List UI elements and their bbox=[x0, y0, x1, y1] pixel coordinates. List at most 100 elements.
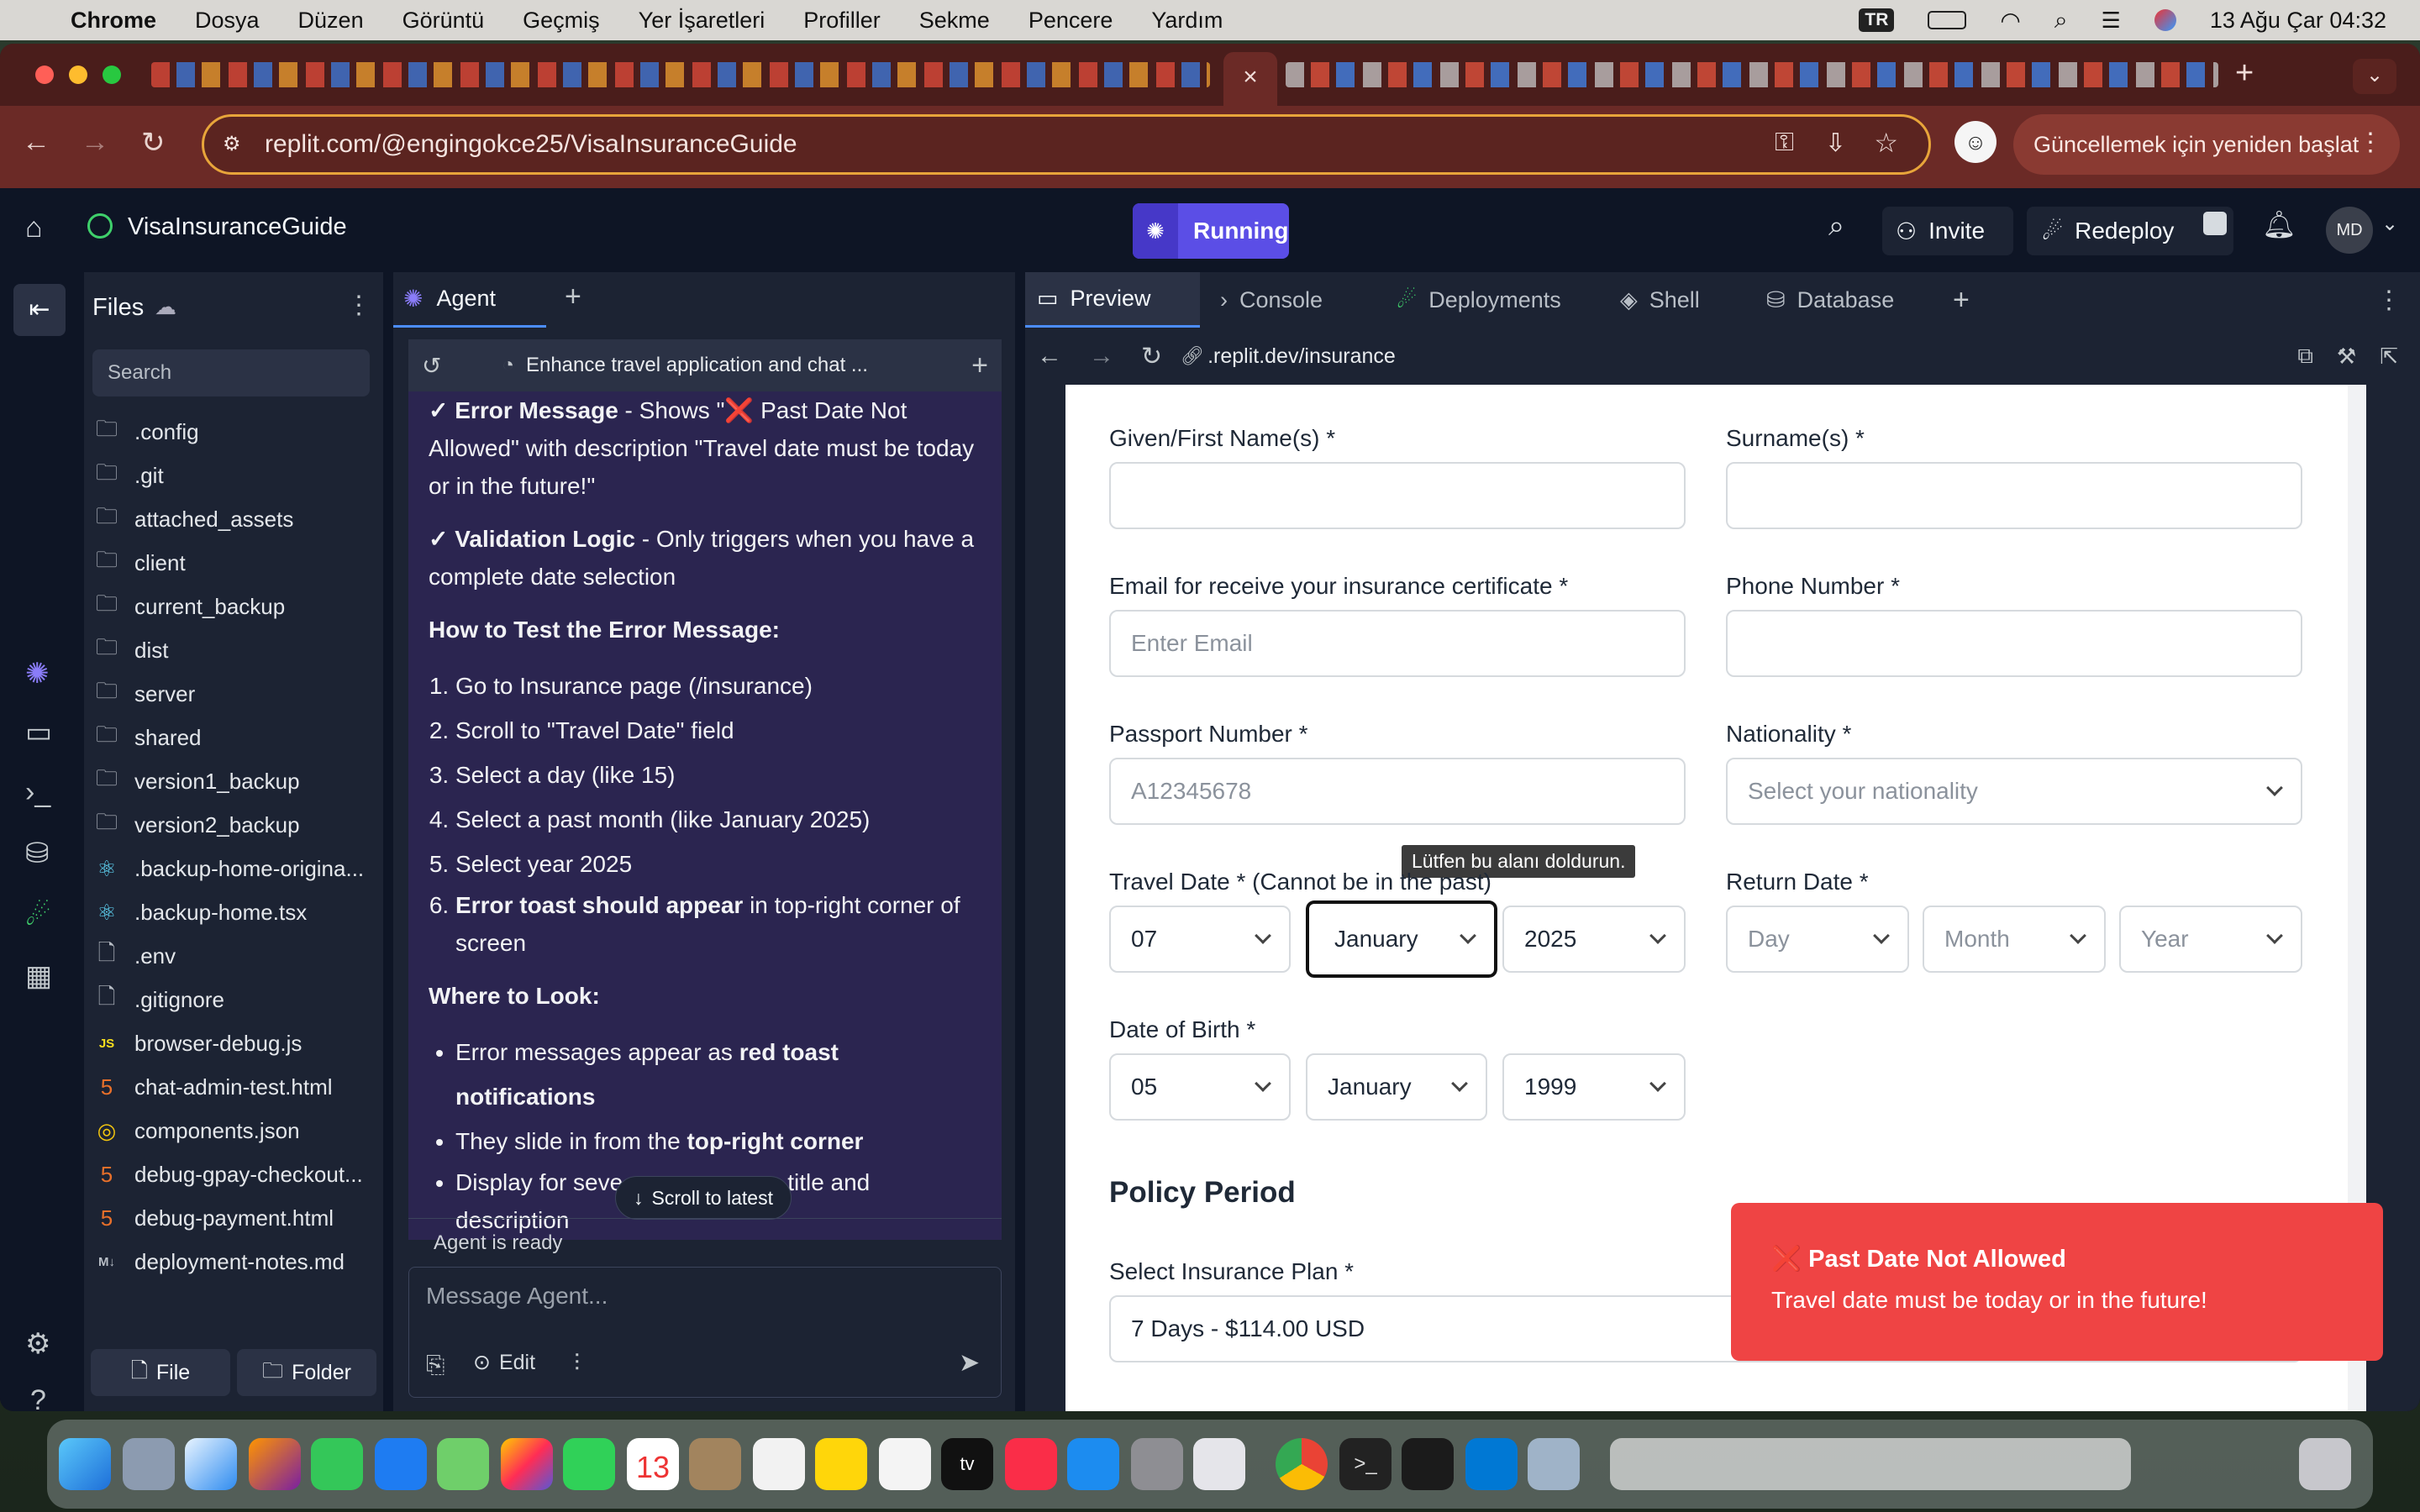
file-tree-item[interactable]: M↓ deployment-notes.md bbox=[94, 1243, 371, 1280]
files-menu-icon[interactable]: ⋮ bbox=[346, 291, 371, 320]
email-input[interactable]: Enter Email bbox=[1109, 610, 1686, 677]
control-center-icon[interactable]: ☰ bbox=[2102, 8, 2121, 34]
address-bar[interactable]: ⚙ replit.com/@engingokce25/VisaInsurance… bbox=[202, 114, 1931, 175]
file-tree-item[interactable]: 🗀︎ version2_backup bbox=[94, 806, 371, 843]
terminal-icon[interactable]: >_ bbox=[1339, 1438, 1392, 1490]
file-tree-item[interactable]: ◎ components.json bbox=[94, 1112, 371, 1149]
new-thread-icon[interactable]: + bbox=[971, 349, 988, 382]
add-tool-tab-icon[interactable]: + bbox=[1953, 284, 1970, 317]
notes-icon[interactable] bbox=[815, 1438, 867, 1490]
file-tree-item[interactable]: 🗀︎ .config bbox=[94, 413, 371, 450]
travel-day-select[interactable]: 07 bbox=[1109, 906, 1291, 973]
surname-input[interactable] bbox=[1726, 462, 2302, 529]
mail-icon[interactable] bbox=[375, 1438, 427, 1490]
file-tree-item[interactable]: 🗀︎ version1_backup bbox=[94, 763, 371, 800]
pinned-tabs-strip[interactable] bbox=[151, 62, 1210, 87]
file-tree-item[interactable]: 🗀︎ shared bbox=[94, 719, 371, 756]
devices-icon[interactable]: ⧉ bbox=[2297, 343, 2313, 370]
phone-input[interactable] bbox=[1726, 610, 2302, 677]
forward-icon[interactable]: → bbox=[81, 126, 109, 159]
file-tree-item[interactable]: 🗀︎ server bbox=[94, 675, 371, 712]
panel-menu-icon[interactable]: ⋮ bbox=[2376, 286, 2402, 315]
return-day-select[interactable]: Day bbox=[1726, 906, 1909, 973]
install-app-icon[interactable]: ⇩ bbox=[1825, 129, 1846, 158]
travel-month-select[interactable]: January bbox=[1303, 898, 1500, 980]
maps-icon[interactable] bbox=[437, 1438, 489, 1490]
file-tree-item[interactable]: 5 chat-admin-test.html bbox=[94, 1068, 371, 1105]
file-tree-item[interactable]: 🗋︎ .env bbox=[94, 937, 371, 974]
passport-input[interactable]: A12345678 bbox=[1109, 758, 1686, 825]
zoom-window-button[interactable] bbox=[103, 66, 121, 84]
password-key-icon[interactable]: ⚿ bbox=[1775, 129, 1794, 157]
music-icon[interactable] bbox=[1005, 1438, 1057, 1490]
freeform-icon[interactable] bbox=[879, 1438, 931, 1490]
menu-app-name[interactable]: Chrome bbox=[71, 8, 156, 34]
safari-icon[interactable] bbox=[185, 1438, 237, 1490]
reload-icon[interactable]: ↻ bbox=[141, 126, 166, 160]
settings-icon[interactable]: ⚙ bbox=[25, 1327, 50, 1361]
new-folder-button[interactable]: 🗀︎ Folder bbox=[237, 1349, 376, 1396]
menu-item-yer-isaretleri[interactable]: Yer İşaretleri bbox=[639, 8, 765, 34]
dob-month-select[interactable]: January bbox=[1306, 1053, 1487, 1121]
chrome-icon[interactable] bbox=[1276, 1438, 1328, 1490]
menu-item-gecmis[interactable]: Geçmiş bbox=[523, 8, 600, 34]
facetime-icon[interactable] bbox=[563, 1438, 615, 1490]
menu-item-goruntu[interactable]: Görüntü bbox=[402, 8, 485, 34]
dob-day-select[interactable]: 05 bbox=[1109, 1053, 1291, 1121]
notifications-bell-icon[interactable]: 🔔︎ bbox=[2262, 208, 2296, 240]
menu-item-pencere[interactable]: Pencere bbox=[1028, 8, 1113, 34]
new-tab-icon[interactable]: + bbox=[2235, 55, 2254, 92]
menu-item-yardim[interactable]: Yardım bbox=[1151, 8, 1223, 34]
devtools-icon[interactable]: ⚒ bbox=[2337, 344, 2356, 370]
clock[interactable]: 13 Ağu Çar 04:32 bbox=[2210, 8, 2386, 34]
add-tab-icon[interactable]: + bbox=[565, 281, 581, 313]
preview-url[interactable]: .replit.dev/insurance bbox=[1207, 344, 1396, 369]
agent-settings-icon[interactable]: ⫶ bbox=[574, 1350, 580, 1378]
file-tree-item[interactable]: 🗀︎ .git bbox=[94, 457, 371, 494]
menu-item-duzen[interactable]: Düzen bbox=[298, 8, 364, 34]
vscode-icon[interactable] bbox=[1465, 1438, 1518, 1490]
profile-avatar-icon[interactable]: ☺ bbox=[1954, 121, 1996, 163]
tab-preview[interactable]: ▭ Preview bbox=[1025, 272, 1200, 328]
menu-item-sekme[interactable]: Sekme bbox=[919, 8, 990, 34]
file-tree-item[interactable]: 🗀︎ current_backup bbox=[94, 588, 371, 625]
calendar-icon[interactable]: 13 bbox=[627, 1438, 679, 1490]
file-tree-item[interactable]: 🗀︎ dist bbox=[94, 632, 371, 669]
file-tree-toggle-icon[interactable]: ⇤ bbox=[13, 284, 66, 336]
battery-icon[interactable] bbox=[1928, 11, 1967, 29]
tab-shell[interactable]: ◈ Shell bbox=[1600, 287, 1746, 313]
minimize-window-button[interactable] bbox=[69, 66, 87, 84]
return-year-select[interactable]: Year bbox=[2119, 906, 2302, 973]
tab-console[interactable]: › Console bbox=[1200, 287, 1376, 313]
home-icon[interactable]: ⌂ bbox=[25, 212, 43, 244]
agent-tool-icon[interactable]: ✺ bbox=[25, 657, 50, 690]
file-tree-item[interactable]: ⚛ .backup-home-origina... bbox=[94, 850, 371, 887]
preview-app-icon[interactable] bbox=[1528, 1438, 1580, 1490]
firefox-icon[interactable] bbox=[249, 1438, 301, 1490]
file-tree-item[interactable]: 🗀︎ attached_assets bbox=[94, 501, 371, 538]
user-avatar[interactable]: MD bbox=[2326, 207, 2373, 254]
open-new-tab-icon[interactable]: ⇱ bbox=[2380, 344, 2398, 370]
search-icon[interactable]: ⌕ bbox=[1828, 210, 1844, 243]
dob-year-select[interactable]: 1999 bbox=[1502, 1053, 1686, 1121]
all-tools-icon[interactable]: ▦ bbox=[25, 959, 52, 993]
nationality-select[interactable]: Select your nationality bbox=[1726, 758, 2302, 825]
chrome-menu-icon[interactable]: ⋮ bbox=[2358, 128, 2383, 157]
edit-mode-button[interactable]: ⊙ Edit bbox=[473, 1350, 535, 1375]
iphone-mirroring-icon[interactable] bbox=[1193, 1438, 1245, 1490]
given-name-input[interactable] bbox=[1109, 462, 1686, 529]
preview-reload-icon[interactable]: ↻ bbox=[1141, 342, 1162, 371]
reminders-icon[interactable] bbox=[753, 1438, 805, 1490]
preview-forward-icon[interactable]: → bbox=[1089, 342, 1114, 370]
tab-search-icon[interactable]: ⌄ bbox=[2353, 59, 2396, 94]
tab-database[interactable]: ⛁ Database bbox=[1746, 287, 1944, 313]
project-name[interactable]: VisaInsuranceGuide bbox=[128, 213, 347, 241]
contacts-icon[interactable] bbox=[689, 1438, 741, 1490]
active-tab-close-icon[interactable]: × bbox=[1223, 52, 1277, 106]
input-source-badge[interactable]: TR bbox=[1859, 8, 1895, 32]
launchpad-icon[interactable] bbox=[123, 1438, 175, 1490]
attach-icon[interactable]: ⎘ bbox=[426, 1352, 445, 1379]
file-tree-item[interactable]: 🗀︎ client bbox=[94, 544, 371, 581]
apple-tv-icon[interactable]: tv bbox=[941, 1438, 993, 1490]
app-store-icon[interactable] bbox=[1067, 1438, 1119, 1490]
